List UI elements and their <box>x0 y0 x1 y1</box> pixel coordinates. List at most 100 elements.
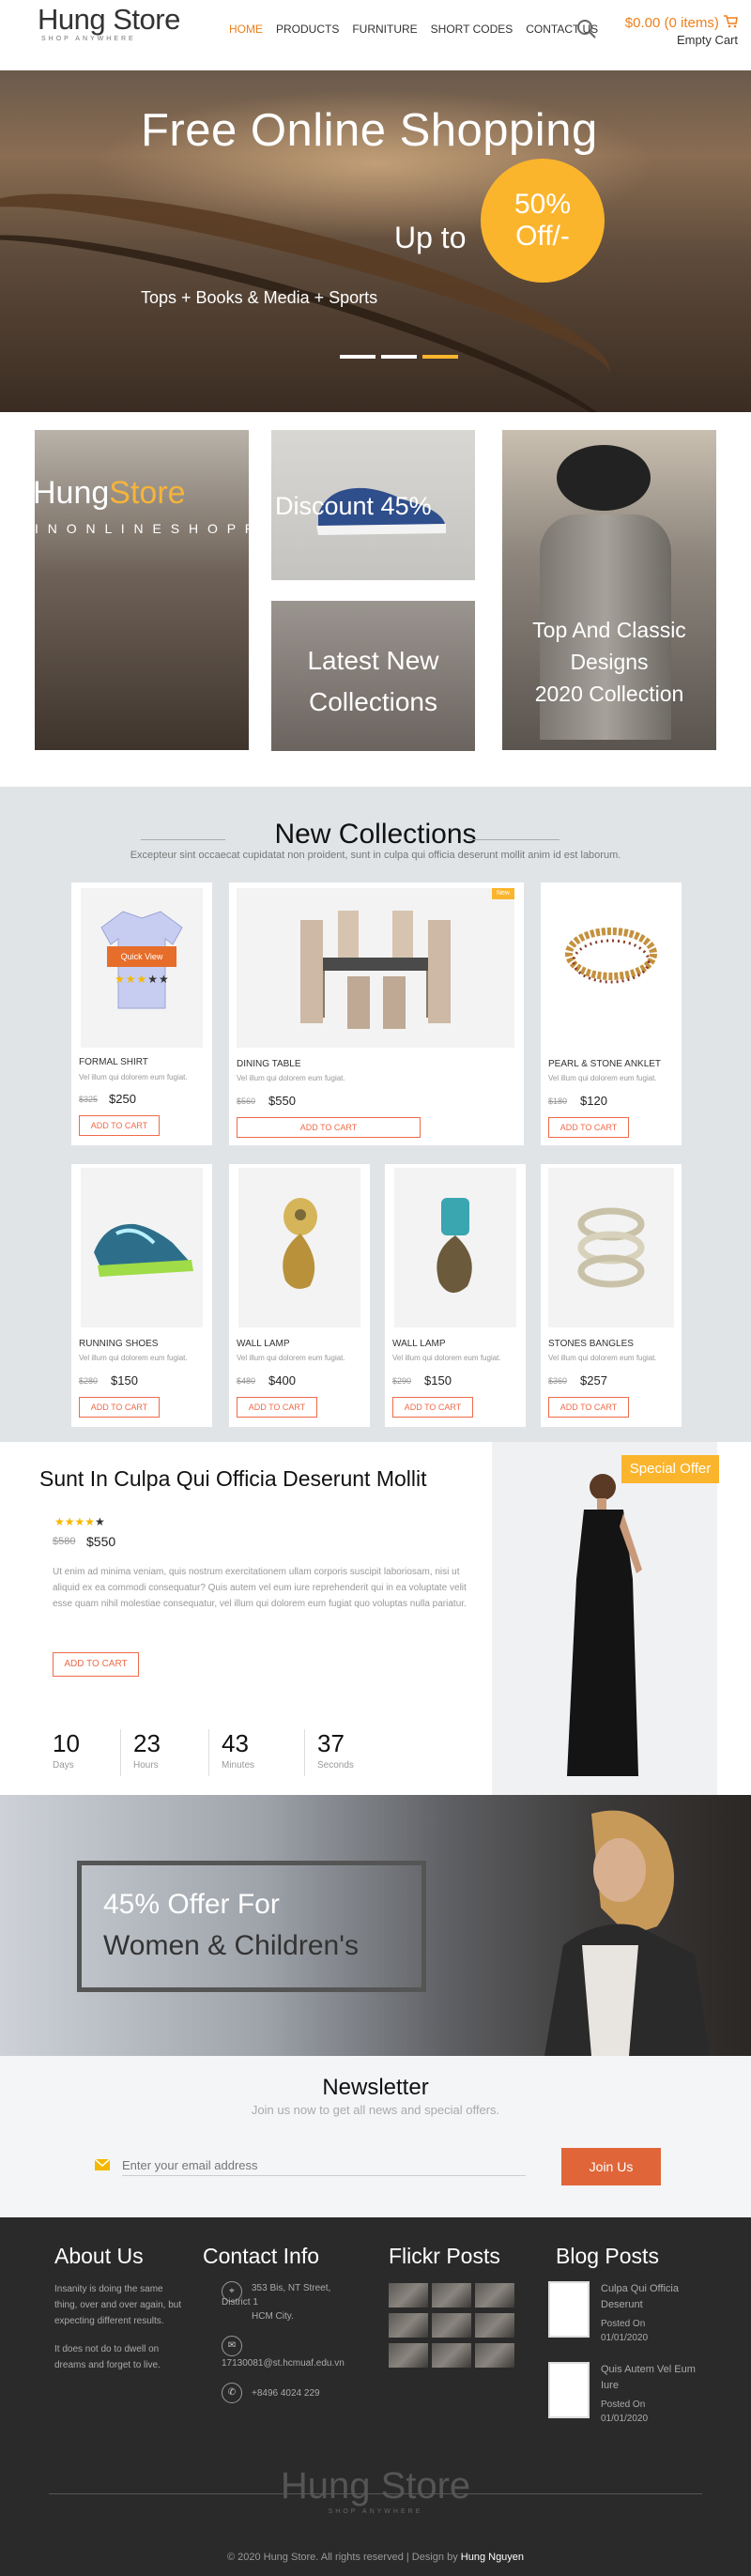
product-card[interactable]: WALL LAMP Vel illum qui dolorem eum fugi… <box>385 1164 526 1427</box>
blog-post-date: 01/01/2020 <box>601 2333 649 2343</box>
running-shoes-image <box>94 1223 193 1277</box>
product-desc: Vel illum qui dolorem eum fugiat. <box>392 1354 501 1362</box>
cart-summary[interactable]: $0.00 (0 items) Empty Cart <box>612 15 738 47</box>
add-to-cart-button[interactable]: ADD TO CART <box>79 1397 160 1418</box>
slider-dots <box>340 355 458 359</box>
footer-logo-tagline: SHOP ANYWHERE <box>328 2508 423 2515</box>
flickr-thumb[interactable] <box>432 2313 471 2338</box>
blog-post[interactable]: Culpa Qui Officia Deserunt Posted On 01/… <box>548 2281 698 2345</box>
add-to-cart-button[interactable]: ADD TO CART <box>548 1397 629 1418</box>
special-description: Ut enim ad minima veniam, quis nostrum e… <box>53 1567 467 1609</box>
blog-post-title[interactable]: Quis Autem Vel Eum Iure <box>601 2362 698 2394</box>
product-old-price: $325 <box>79 1095 99 1104</box>
product-name[interactable]: FORMAL SHIRT <box>79 1057 148 1067</box>
nav-home[interactable]: HOME <box>229 23 263 36</box>
address-line2: District 1 <box>222 2297 258 2308</box>
join-us-button[interactable]: Join Us <box>561 2148 661 2185</box>
flickr-thumb[interactable] <box>475 2283 514 2308</box>
contact-phone[interactable]: ✆ +8496 4024 229 <box>222 2383 320 2403</box>
promo-classic-line3: 2020 Collection <box>534 682 684 706</box>
product-name[interactable]: RUNNING SHOES <box>79 1339 158 1349</box>
product-desc: Vel illum qui dolorem eum fugiat. <box>237 1074 345 1082</box>
product-desc: Vel illum qui dolorem eum fugiat. <box>548 1074 657 1082</box>
flickr-gallery <box>389 2283 514 2368</box>
copyright-text: © 2020 Hung Store. All rights reserved |… <box>226 2552 458 2563</box>
flickr-thumb[interactable] <box>432 2283 471 2308</box>
product-name[interactable]: DINING TABLE <box>237 1059 301 1069</box>
email-icon: ✉ <box>222 2336 242 2356</box>
contact-email[interactable]: ✉ <box>222 2336 252 2356</box>
promo-classic-designs[interactable]: Top And Classic Designs 2020 Collection <box>502 430 716 750</box>
countdown-value: 43 <box>222 1729 249 1757</box>
footer-logo[interactable]: Hung Store <box>0 2465 751 2507</box>
banner-line2: Women & Children's <box>103 1930 359 1961</box>
section-subtitle: Excepteur sint occaecat cupidatat non pr… <box>130 850 621 861</box>
add-to-cart-button[interactable]: ADD TO CART <box>548 1117 629 1138</box>
product-name[interactable]: PEARL & STONE ANKLET <box>548 1059 661 1069</box>
flickr-thumb[interactable] <box>432 2343 471 2368</box>
nav-short-codes[interactable]: SHORT CODES <box>431 23 513 36</box>
flickr-thumb[interactable] <box>389 2283 428 2308</box>
special-offer-title[interactable]: Sunt In Culpa Qui Officia Deserunt Molli… <box>39 1466 426 1492</box>
banner-line1: 45% Offer For <box>103 1889 280 1920</box>
flickr-thumb[interactable] <box>389 2343 428 2368</box>
slider-dot-3[interactable] <box>422 355 458 359</box>
product-card[interactable]: STONES BANGLES Vel illum qui dolorem eum… <box>541 1164 682 1427</box>
cart-amount: $0.00 (0 items) <box>624 15 719 31</box>
product-image <box>394 1168 516 1327</box>
women-offer-banner[interactable]: 45% Offer For Women & Children's <box>0 1795 751 2056</box>
product-desc: Vel illum qui dolorem eum fugiat. <box>548 1354 657 1362</box>
product-card[interactable]: PEARL & STONE ANKLET Vel illum qui dolor… <box>541 882 682 1145</box>
product-image <box>81 1168 203 1327</box>
product-card[interactable]: RUNNING SHOES Vel illum qui dolorem eum … <box>71 1164 212 1427</box>
product-desc: Vel illum qui dolorem eum fugiat. <box>237 1354 345 1362</box>
promo-hung-store[interactable]: HungStore I N O N L I N E S H O P P I N … <box>35 430 249 750</box>
add-to-cart-button[interactable]: ADD TO CART <box>237 1117 421 1138</box>
promo-latest-collections[interactable]: Latest New Collections <box>271 601 475 751</box>
product-card[interactable]: Quick View ★★★★★ FORMAL SHIRT Vel illum … <box>71 882 212 1145</box>
email-text[interactable]: 17130081@st.hcmuaf.edu.vn <box>222 2358 345 2369</box>
add-to-cart-button[interactable]: ADD TO CART <box>79 1115 160 1136</box>
nav-furniture[interactable]: FURNITURE <box>352 23 417 36</box>
countdown-minutes: 43 Minutes <box>208 1729 306 1776</box>
envelope-icon <box>95 2159 110 2170</box>
promo-discount[interactable]: Discount 45% <box>271 430 475 580</box>
add-to-cart-button[interactable]: ADD TO CART <box>237 1397 317 1418</box>
product-price: $150 <box>424 1373 452 1388</box>
product-name[interactable]: WALL LAMP <box>392 1339 446 1349</box>
newsletter-email-input[interactable] <box>122 2155 526 2176</box>
product-card[interactable]: WALL LAMP Vel illum qui dolorem eum fugi… <box>229 1164 370 1427</box>
flickr-thumb[interactable] <box>475 2343 514 2368</box>
quick-view-button[interactable]: Quick View <box>107 946 176 967</box>
product-name[interactable]: WALL LAMP <box>237 1339 290 1349</box>
flickr-thumb[interactable] <box>475 2313 514 2338</box>
product-image <box>548 1168 674 1327</box>
newsletter-subtitle: Join us now to get all news and special … <box>251 2103 500 2117</box>
slider-dot-2[interactable] <box>381 355 417 359</box>
slider-dot-1[interactable] <box>340 355 376 359</box>
product-price: $257 <box>580 1373 607 1388</box>
countdown-days: 10 Days <box>53 1729 137 1771</box>
blog-post[interactable]: Quis Autem Vel Eum Iure Posted On 01/01/… <box>548 2362 698 2426</box>
search-icon[interactable] <box>576 19 597 39</box>
promo-latest-text: Latest New Collections <box>271 640 475 723</box>
address-line1: 353 Bis, NT Street, <box>252 2283 331 2293</box>
blog-post-thumbnail <box>548 2281 590 2338</box>
promo-discount-text: Discount 45% <box>275 492 432 520</box>
countdown-value: 10 <box>53 1729 80 1757</box>
site-logo[interactable]: Hung Store SHOP ANYWHERE <box>38 4 180 43</box>
special-add-to-cart-button[interactable]: ADD TO CART <box>53 1652 139 1677</box>
blog-post-title[interactable]: Culpa Qui Officia Deserunt <box>601 2281 698 2313</box>
title-divider-right <box>469 839 559 840</box>
designer-link[interactable]: Hung Nguyen <box>461 2552 524 2563</box>
product-card[interactable]: New DINING TABLE Vel illum qui dolorem e… <box>229 882 524 1145</box>
add-to-cart-button[interactable]: ADD TO CART <box>392 1397 473 1418</box>
product-name[interactable]: STONES BANGLES <box>548 1339 634 1349</box>
countdown-unit: Seconds <box>317 1760 354 1771</box>
countdown-hours: 23 Hours <box>120 1729 218 1776</box>
promo-brand-part1: Hung <box>35 475 110 511</box>
nav-products[interactable]: PRODUCTS <box>276 23 339 36</box>
flickr-thumb[interactable] <box>389 2313 428 2338</box>
product-price: $120 <box>580 1094 607 1108</box>
countdown-divider <box>208 1729 209 1776</box>
